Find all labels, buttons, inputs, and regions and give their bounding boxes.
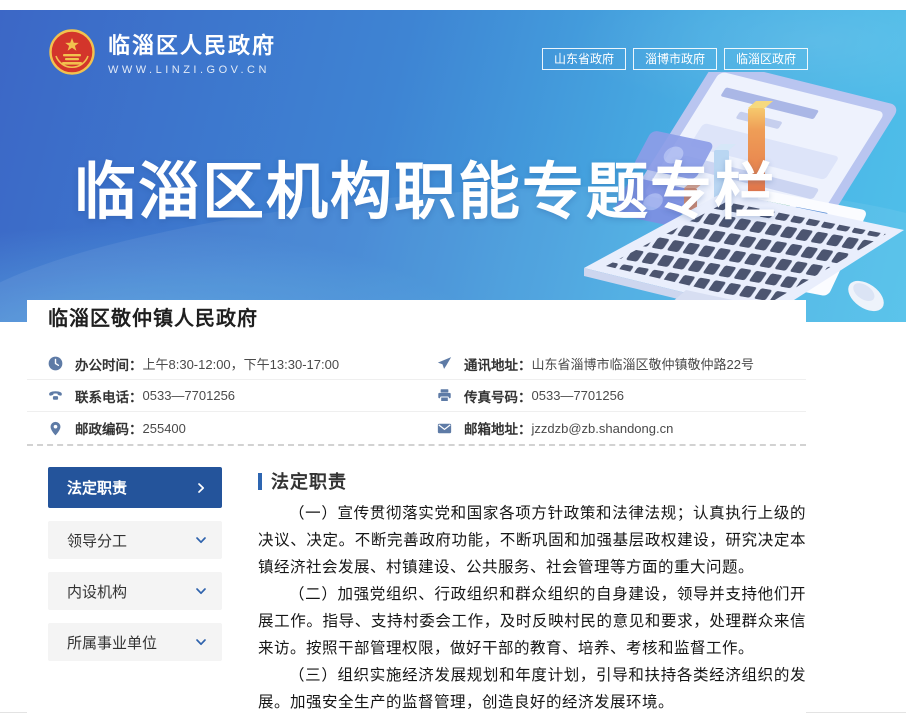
contact-value: 山东省淄博市临淄区敬仲镇敬仲路22号: [532, 354, 754, 373]
contact-value: 255400: [143, 421, 186, 436]
banner-title: 临淄区机构职能专题专栏: [74, 141, 778, 231]
duty-paragraph-1: （一）宣传贯彻落实党和国家各项方针政策和法律法规；认真执行上级的决议、决定。不断…: [258, 500, 806, 581]
contact-info-section: 办公时间： 上午8:30-12:00，下午13:30-17:00 通讯地址： 山…: [27, 348, 806, 446]
site-logo-block[interactable]: 临淄区人民政府 WWW.LINZI.GOV.CN: [48, 28, 276, 76]
contact-value: 0533—7701256: [143, 388, 236, 403]
clock-icon: [48, 356, 63, 371]
sidebar-item-label: 内设机构: [67, 581, 127, 602]
site-identity: 临淄区人民政府 WWW.LINZI.GOV.CN: [108, 28, 276, 76]
nav-link-zibo-gov[interactable]: 淄博市政府: [633, 48, 717, 70]
contact-value: 0533—7701256: [532, 388, 625, 403]
body-row: 法定职责 领导分工 内设机构: [27, 467, 806, 714]
gov-links: 山东省政府 淄博市政府 临淄区政府: [542, 48, 808, 70]
sidebar-item-label: 法定职责: [67, 477, 127, 498]
national-emblem-icon: [48, 28, 96, 76]
site-name: 临淄区人民政府: [108, 28, 276, 60]
org-title-bar: 临淄区敬仲镇人民政府: [27, 300, 806, 333]
send-icon: [437, 356, 452, 371]
sidebar-item-internal-orgs[interactable]: 内设机构: [48, 572, 222, 610]
contact-fax: 传真号码： 0533—7701256: [437, 380, 806, 412]
nav-link-shandong-gov[interactable]: 山东省政府: [542, 48, 626, 70]
contact-value: 上午8:30-12:00，下午13:30-17:00: [143, 354, 340, 373]
sidebar-item-label: 领导分工: [67, 530, 127, 551]
contact-postcode: 邮政编码： 255400: [27, 412, 437, 444]
phone-icon: [48, 388, 63, 403]
contact-address: 通讯地址： 山东省淄博市临淄区敬仲镇敬仲路22号: [437, 348, 806, 380]
org-title: 临淄区敬仲镇人民政府: [48, 302, 258, 331]
sidebar-item-legal-duties[interactable]: 法定职责: [48, 467, 222, 508]
main-content: 法定职责 （一）宣传贯彻落实党和国家各项方针政策和法律法规；认真执行上级的决议、…: [258, 467, 806, 714]
chevron-down-icon: [195, 534, 207, 546]
section-heading-text: 法定职责: [271, 468, 347, 494]
contact-label: 办公时间：: [75, 354, 143, 374]
location-pin-icon: [48, 421, 63, 436]
section-heading: 法定职责: [258, 468, 806, 494]
duty-paragraph-3: （三）组织实施经济发展规划和年度计划，引导和扶持各类经济组织的发展。加强安全生产…: [258, 662, 806, 714]
sidebar-item-leadership[interactable]: 领导分工: [48, 521, 222, 559]
heading-accent-bar: [258, 473, 262, 490]
contact-office-hours: 办公时间： 上午8:30-12:00，下午13:30-17:00: [27, 348, 437, 380]
chevron-down-icon: [195, 636, 207, 648]
contact-label: 联系电话：: [75, 386, 143, 406]
sidebar-menu: 法定职责 领导分工 内设机构: [48, 467, 222, 714]
chevron-down-icon: [195, 585, 207, 597]
sidebar-item-subordinate-units[interactable]: 所属事业单位: [48, 623, 222, 661]
contact-value: jzzdzb@zb.shandong.cn: [532, 421, 674, 436]
banner: 临淄区人民政府 WWW.LINZI.GOV.CN 山东省政府 淄博市政府 临淄区…: [0, 10, 906, 322]
chevron-right-icon: [195, 482, 207, 494]
content-area: 办公时间： 上午8:30-12:00，下午13:30-17:00 通讯地址： 山…: [27, 333, 806, 714]
contact-label: 邮政编码：: [75, 418, 143, 438]
duty-paragraph-2: （二）加强党组织、行政组织和群众组织的自身建设，领导并支持他们开展工作。指导、支…: [258, 581, 806, 662]
contact-email: 邮箱地址： jzzdzb@zb.shandong.cn: [437, 412, 806, 444]
contact-label: 通讯地址：: [464, 354, 532, 374]
contact-label: 传真号码：: [464, 386, 532, 406]
mouse-decoration: [843, 275, 890, 318]
mail-icon: [437, 421, 452, 436]
contact-phone: 联系电话： 0533—7701256: [27, 380, 437, 412]
fax-icon: [437, 388, 452, 403]
nav-link-linzi-gov[interactable]: 临淄区政府: [724, 48, 808, 70]
site-url: WWW.LINZI.GOV.CN: [108, 64, 276, 76]
contact-label: 邮箱地址：: [464, 418, 532, 438]
sidebar-item-label: 所属事业单位: [67, 632, 157, 653]
page: 临淄区人民政府 WWW.LINZI.GOV.CN 山东省政府 淄博市政府 临淄区…: [0, 0, 906, 714]
